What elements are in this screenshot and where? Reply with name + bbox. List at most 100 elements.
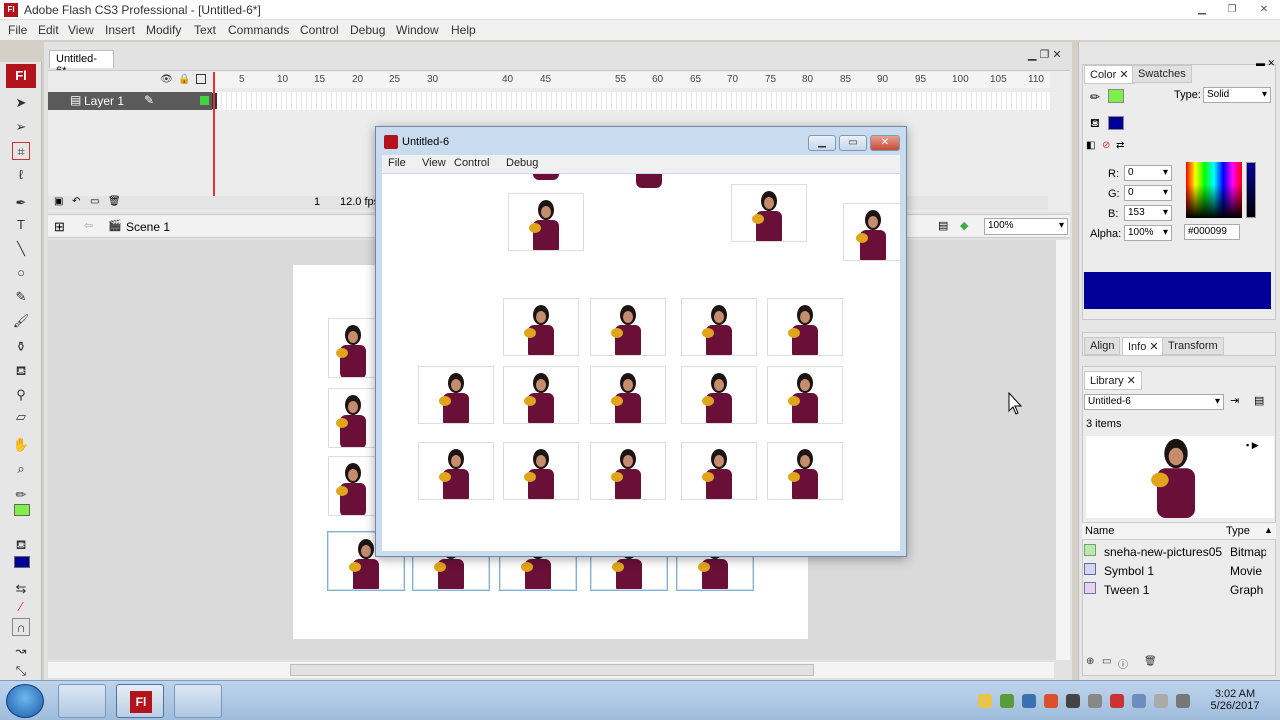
layer-color-icon[interactable] bbox=[200, 96, 209, 105]
brush-tool-icon[interactable]: 🖌 bbox=[12, 312, 30, 330]
fill-color-icon[interactable]: ⛾ bbox=[12, 536, 30, 554]
vertical-scrollbar[interactable] bbox=[1056, 240, 1070, 660]
edit-scene-icon[interactable]: ▤ bbox=[938, 219, 948, 232]
color-spectrum[interactable] bbox=[1186, 162, 1242, 218]
black-white-icon[interactable]: ◧ bbox=[1086, 140, 1095, 151]
preview-close-button[interactable]: ✕ bbox=[870, 135, 900, 151]
stroke-color-icon[interactable]: ✏ bbox=[12, 486, 30, 504]
preview-minimize-button[interactable]: ▁ bbox=[808, 135, 836, 151]
oval-tool-icon[interactable]: ○ bbox=[12, 264, 30, 282]
menu-view[interactable]: View bbox=[68, 23, 94, 37]
pin-library-icon[interactable]: ⇥ bbox=[1230, 394, 1239, 407]
stroke-pencil-icon[interactable]: ✏ bbox=[1090, 90, 1100, 104]
library-item[interactable]: Symbol 1 Movie bbox=[1082, 562, 1272, 580]
new-folder-icon[interactable]: ▭ bbox=[1102, 656, 1111, 667]
preview-menu-file[interactable]: File bbox=[388, 157, 406, 169]
preview-menu-view[interactable]: View bbox=[422, 157, 446, 169]
preview-maximize-button[interactable]: ▭ bbox=[839, 135, 867, 151]
smooth-icon[interactable]: ↝ bbox=[12, 642, 30, 660]
stage-image-instance[interactable] bbox=[328, 388, 378, 448]
minimize-button[interactable]: ▁ bbox=[1190, 3, 1214, 17]
red-field[interactable]: 0 ▾ bbox=[1124, 165, 1172, 181]
snap-to-objects-icon[interactable]: ∩ bbox=[12, 618, 30, 636]
network-icon[interactable] bbox=[1132, 694, 1146, 708]
restore-button[interactable]: ❐ bbox=[1220, 3, 1244, 17]
lock-icon[interactable]: 🔒 bbox=[178, 74, 190, 85]
speaker-icon[interactable] bbox=[1176, 694, 1190, 708]
stage-image-instance[interactable] bbox=[328, 318, 378, 378]
menu-help[interactable]: Help bbox=[451, 23, 476, 37]
stroke-color-swatch[interactable] bbox=[14, 504, 30, 516]
stroke-swatch[interactable] bbox=[1108, 89, 1124, 103]
stage-image-instance[interactable] bbox=[328, 456, 378, 516]
taskbar-app-1[interactable] bbox=[58, 684, 106, 718]
library-document-select[interactable]: Untitled-6 ▾ bbox=[1084, 394, 1224, 410]
library-item[interactable]: sneha-new-pictures05 Bitmap bbox=[1082, 543, 1272, 561]
swap-colors-icon[interactable]: ⇄ bbox=[1116, 140, 1124, 151]
new-symbol-icon[interactable]: ⊕ bbox=[1086, 656, 1094, 667]
volume-icon[interactable] bbox=[1088, 694, 1102, 708]
fill-color-swatch[interactable] bbox=[14, 556, 30, 568]
sort-icon[interactable]: ▲ bbox=[1264, 525, 1273, 535]
pen-tool-icon[interactable]: ✒ bbox=[12, 194, 30, 212]
menu-control[interactable]: Control bbox=[300, 23, 339, 37]
menu-commands[interactable]: Commands bbox=[228, 23, 289, 37]
fill-type-select[interactable]: Solid ▾ bbox=[1203, 87, 1271, 103]
hand-tool-icon[interactable]: ✋ bbox=[12, 436, 30, 454]
selection-tool-icon[interactable]: ➤ bbox=[12, 94, 30, 112]
add-guide-icon[interactable]: ↶ bbox=[72, 196, 80, 207]
close-window-button[interactable]: ✕ bbox=[1252, 3, 1276, 17]
taskbar-app-3[interactable] bbox=[174, 684, 222, 718]
menu-edit[interactable]: Edit bbox=[38, 23, 59, 37]
free-transform-tool-icon[interactable]: ⌗ bbox=[12, 142, 30, 160]
properties-icon[interactable]: ⓘ bbox=[1118, 656, 1128, 671]
subselection-tool-icon[interactable]: ➢ bbox=[12, 118, 30, 136]
hex-field[interactable]: #000099 bbox=[1184, 224, 1240, 240]
alpha-field[interactable]: 100% ▾ bbox=[1124, 225, 1172, 241]
doc-window-controls[interactable]: ▁ ❐ ✕ bbox=[1028, 48, 1062, 61]
tray-icon[interactable] bbox=[1110, 694, 1124, 708]
menu-debug[interactable]: Debug bbox=[350, 23, 385, 37]
line-tool-icon[interactable]: ╲ bbox=[12, 240, 30, 258]
tab-align[interactable]: Align bbox=[1084, 337, 1121, 355]
tray-icon[interactable] bbox=[1000, 694, 1014, 708]
eye-icon[interactable]: 👁 bbox=[160, 74, 173, 85]
tray-icon[interactable] bbox=[1044, 694, 1058, 708]
layer-frames[interactable] bbox=[212, 92, 1050, 110]
tab-transform[interactable]: Transform bbox=[1162, 337, 1224, 355]
horizontal-scroll-thumb[interactable] bbox=[290, 664, 814, 676]
outline-icon[interactable] bbox=[196, 74, 206, 84]
add-folder-icon[interactable]: ▭ bbox=[90, 196, 99, 207]
document-tab[interactable]: Untitled-6* bbox=[49, 50, 114, 77]
edit-symbol-icon[interactable]: ◆ bbox=[960, 219, 968, 232]
taskbar-flash[interactable]: Fl bbox=[116, 684, 164, 718]
straighten-icon[interactable]: ⤡ bbox=[12, 662, 30, 680]
ink-bottle-tool-icon[interactable]: ⚱ bbox=[12, 338, 30, 356]
tab-color[interactable]: Color ✕ bbox=[1084, 65, 1135, 84]
menu-window[interactable]: Window bbox=[396, 23, 439, 37]
library-item[interactable]: Tween 1 Graph bbox=[1082, 581, 1272, 599]
no-color-icon[interactable]: ⊘ bbox=[1102, 140, 1110, 151]
paint-bucket-tool-icon[interactable]: ⛾ bbox=[12, 362, 30, 380]
menu-file[interactable]: File bbox=[8, 23, 27, 37]
preview-play-icon[interactable]: ▪ ▶ bbox=[1246, 440, 1259, 451]
pencil-tool-icon[interactable]: ✎ bbox=[12, 288, 30, 306]
fill-bucket-icon[interactable]: ⛾ bbox=[1090, 116, 1100, 132]
eyedropper-tool-icon[interactable]: ⚲ bbox=[12, 386, 30, 404]
menu-insert[interactable]: Insert bbox=[105, 23, 135, 37]
layer-row[interactable]: ▤ Layer 1 ✎ bbox=[48, 92, 213, 110]
fill-swatch[interactable] bbox=[1108, 116, 1124, 130]
tray-icon[interactable] bbox=[978, 694, 992, 708]
zoom-tool-icon[interactable]: ⌕ bbox=[12, 460, 30, 478]
tray-icon[interactable] bbox=[1022, 694, 1036, 708]
playhead[interactable] bbox=[213, 72, 215, 206]
eraser-tool-icon[interactable]: ▱ bbox=[12, 408, 30, 426]
preview-canvas[interactable] bbox=[382, 174, 900, 551]
swap-colors-icon[interactable]: ⇆ bbox=[12, 580, 30, 598]
delete-item-icon[interactable]: 🗑 bbox=[1144, 656, 1157, 667]
tab-swatches[interactable]: Swatches bbox=[1132, 65, 1192, 83]
zoom-select[interactable]: 100% ▾ bbox=[984, 218, 1068, 235]
preview-menu-control[interactable]: Control bbox=[454, 157, 489, 169]
text-tool-icon[interactable]: T bbox=[12, 216, 30, 234]
timeline-toggle-icon[interactable]: ⊞ bbox=[54, 219, 65, 235]
